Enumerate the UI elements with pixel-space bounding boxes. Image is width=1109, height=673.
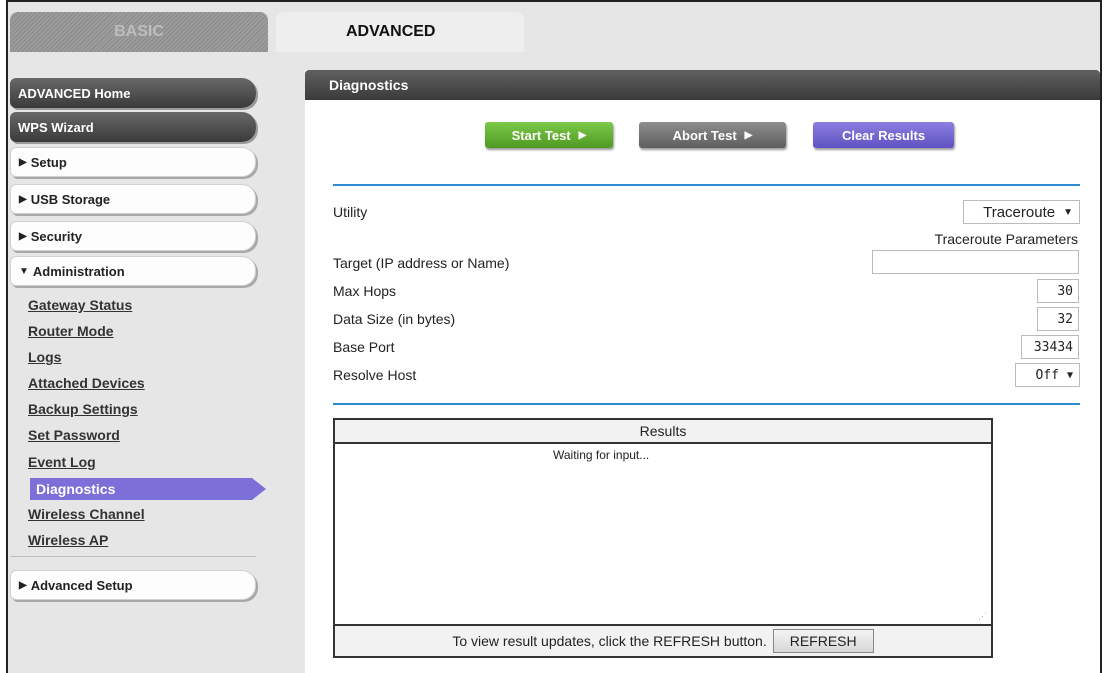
sidebar-item-gateway-status[interactable]: Gateway Status xyxy=(28,297,132,313)
sidebar-item-router-mode[interactable]: Router Mode xyxy=(28,323,114,339)
nav-setup-label: Setup xyxy=(30,154,67,170)
divider-bottom xyxy=(333,403,1080,405)
sidebar-item-backup-settings[interactable]: Backup Settings xyxy=(28,401,138,417)
tab-basic[interactable]: BASIC xyxy=(10,12,268,52)
max-hops-input[interactable]: 30 xyxy=(1037,279,1079,303)
triangle-right-icon: ▶ xyxy=(19,579,27,591)
results-box: Results Waiting for input... ⋰ To view r… xyxy=(333,418,993,658)
nav-security[interactable]: ▶ Security xyxy=(10,221,256,251)
nav-wps-wizard[interactable]: WPS Wizard xyxy=(10,112,256,142)
max-hops-label: Max Hops xyxy=(333,283,397,299)
refresh-hint: To view result updates, click the REFRES… xyxy=(452,633,767,649)
nav-setup[interactable]: ▶ Setup xyxy=(10,147,256,177)
sidebar-item-set-password[interactable]: Set Password xyxy=(28,427,120,443)
resolve-host-label: Resolve Host xyxy=(333,367,417,383)
tab-advanced[interactable]: ADVANCED xyxy=(276,12,524,52)
divider-top xyxy=(333,184,1080,186)
nav-advanced-setup-label: Advanced Setup xyxy=(30,577,133,593)
clear-results-button[interactable]: Clear Results xyxy=(813,122,954,148)
abort-test-button[interactable]: Abort Test ▶ xyxy=(639,122,786,148)
nav-advanced-home-label: ADVANCED Home xyxy=(18,85,131,101)
nav-administration[interactable]: ▼ Administration xyxy=(10,256,256,286)
clear-results-label: Clear Results xyxy=(841,127,926,143)
triangle-right-icon: ▶ xyxy=(19,156,27,168)
nav-administration-label: Administration xyxy=(32,263,125,279)
nav-security-label: Security xyxy=(30,228,83,244)
results-text: Waiting for input... xyxy=(553,448,650,462)
play-icon: ▶ xyxy=(744,129,753,141)
resize-grip-icon[interactable]: ⋰ xyxy=(978,611,987,622)
nav-advanced-home[interactable]: ADVANCED Home xyxy=(10,78,256,108)
nav-usb-storage[interactable]: ▶ USB Storage xyxy=(10,184,256,214)
chevron-down-icon: ▼ xyxy=(1063,206,1073,218)
nav-advanced-setup[interactable]: ▶ Advanced Setup xyxy=(10,570,256,600)
target-input[interactable] xyxy=(872,250,1079,274)
utility-label: Utility xyxy=(333,204,368,220)
sidebar-item-diagnostics[interactable]: Diagnostics xyxy=(30,478,266,500)
sidebar-item-attached-devices[interactable]: Attached Devices xyxy=(28,375,145,391)
nav-wps-wizard-label: WPS Wizard xyxy=(18,119,94,135)
sidebar-item-logs[interactable]: Logs xyxy=(28,349,61,365)
target-label: Target (IP address or Name) xyxy=(333,255,510,271)
resolve-host-select[interactable]: Off ▼ xyxy=(1015,363,1080,387)
sidebar-item-wireless-ap[interactable]: Wireless AP xyxy=(28,532,108,548)
triangle-right-icon: ▶ xyxy=(19,230,27,242)
base-port-input[interactable]: 33434 xyxy=(1021,335,1079,359)
base-port-label: Base Port xyxy=(333,339,395,355)
nav-usb-storage-label: USB Storage xyxy=(30,191,111,207)
play-icon: ▶ xyxy=(578,129,587,141)
results-header: Results xyxy=(335,420,991,444)
sidebar-item-event-log[interactable]: Event Log xyxy=(28,454,96,470)
start-test-button[interactable]: Start Test ▶ xyxy=(485,122,613,148)
start-test-label: Start Test xyxy=(511,127,571,143)
results-footer: To view result updates, click the REFRES… xyxy=(335,624,991,656)
data-size-input[interactable]: 32 xyxy=(1037,307,1079,331)
panel-title: Diagnostics xyxy=(305,70,1100,100)
sidebar-item-wireless-channel[interactable]: Wireless Channel xyxy=(28,506,145,522)
abort-test-label: Abort Test xyxy=(672,127,737,143)
utility-value: Traceroute xyxy=(983,203,1056,221)
refresh-button[interactable]: REFRESH xyxy=(772,629,874,653)
utility-select[interactable]: Traceroute ▼ xyxy=(963,200,1080,224)
chevron-down-icon: ▼ xyxy=(1066,369,1073,381)
triangle-right-icon: ▶ xyxy=(19,193,27,205)
data-size-label: Data Size (in bytes) xyxy=(333,311,456,327)
triangle-down-icon: ▼ xyxy=(19,265,29,277)
traceroute-params-label: Traceroute Parameters xyxy=(934,231,1078,247)
results-textarea[interactable]: Waiting for input... xyxy=(335,444,991,624)
resolve-host-value: Off xyxy=(1035,367,1059,383)
